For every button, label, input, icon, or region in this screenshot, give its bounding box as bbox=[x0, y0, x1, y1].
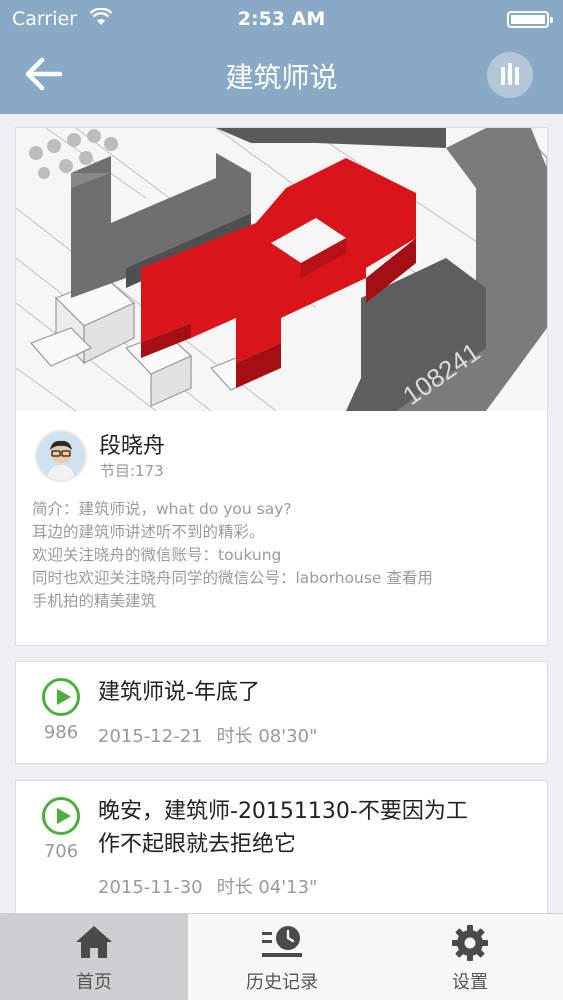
episode-item[interactable]: 706 晚安，建筑师-20151130-不要因为工 作不起眼就去拒绝它 2015… bbox=[15, 780, 548, 920]
equalizer-bar bbox=[501, 67, 505, 85]
episode-date: 2015-12-21 bbox=[98, 726, 203, 747]
play-count: 706 bbox=[43, 841, 79, 862]
program-card: 108241 段晓舟 节目:173 简介：建筑师说，what do you sa… bbox=[15, 127, 548, 646]
episode-count: 节目:173 bbox=[100, 462, 164, 480]
tab-history-label: 历史记录 bbox=[246, 972, 318, 993]
tab-settings-label: 设置 bbox=[452, 972, 488, 993]
episode-title-line: 作不起眼就去拒绝它 bbox=[98, 832, 297, 857]
play-icon[interactable] bbox=[42, 678, 80, 716]
play-icon[interactable] bbox=[42, 797, 80, 835]
tab-history[interactable]: 历史记录 bbox=[188, 914, 376, 1000]
equalizer-bar bbox=[508, 63, 512, 85]
battery-icon bbox=[507, 11, 553, 28]
status-time: 2:53 AM bbox=[237, 8, 326, 30]
now-playing-button[interactable] bbox=[487, 52, 533, 98]
description-line: 耳边的建筑师讲述听不到的精彩。 bbox=[32, 523, 265, 541]
play-count: 986 bbox=[43, 722, 79, 743]
page-title: 建筑师说 bbox=[225, 61, 338, 94]
episode-title: 晚安，建筑师-20151130-不要因为工 作不起眼就去拒绝它 bbox=[98, 795, 538, 861]
program-cover-image: 108241 bbox=[16, 128, 547, 411]
episode-meta: 2015-11-30 时长 04'13" bbox=[98, 873, 317, 899]
tab-bar: 首页 历史记录 设置 bbox=[0, 913, 563, 1000]
description-line: 同时也欢迎关注晓舟同学的微信公号：laborhouse 查看用 bbox=[32, 569, 433, 587]
description-line: 手机拍的精美建筑 bbox=[32, 592, 157, 610]
tab-home-label: 首页 bbox=[76, 972, 112, 993]
history-icon bbox=[262, 926, 302, 957]
tab-home[interactable]: 首页 bbox=[0, 914, 188, 1000]
equalizer-bar bbox=[515, 67, 519, 85]
status-bar: Carrier 2:53 AM bbox=[0, 0, 563, 40]
episode-item[interactable]: 986 建筑师说-年底了 2015-12-21 时长 08'30" bbox=[15, 661, 548, 764]
description-line: 欢迎关注晓舟的微信账号：toukung bbox=[32, 546, 282, 564]
gear-icon bbox=[452, 925, 488, 961]
episode-date: 2015-11-30 bbox=[98, 877, 203, 898]
author-name: 段晓舟 bbox=[99, 434, 166, 459]
episode-title-line: 晚安，建筑师-20151130-不要因为工 bbox=[98, 799, 468, 824]
episode-meta: 2015-12-21 时长 08'30" bbox=[98, 722, 317, 748]
episode-duration: 时长 08'30" bbox=[216, 726, 318, 747]
author-avatar[interactable] bbox=[35, 430, 87, 482]
description-line: 简介：建筑师说，what do you say? bbox=[32, 500, 292, 518]
episode-duration: 时长 04'13" bbox=[216, 877, 318, 898]
home-icon bbox=[76, 926, 112, 958]
tab-settings[interactable]: 设置 bbox=[376, 914, 563, 1000]
navigation-bar: Carrier 2:53 AM 建筑师说 bbox=[0, 0, 563, 114]
episode-title: 建筑师说-年底了 bbox=[98, 680, 260, 705]
program-description: 简介：建筑师说，what do you say? 耳边的建筑师讲述听不到的精彩。… bbox=[32, 498, 537, 613]
